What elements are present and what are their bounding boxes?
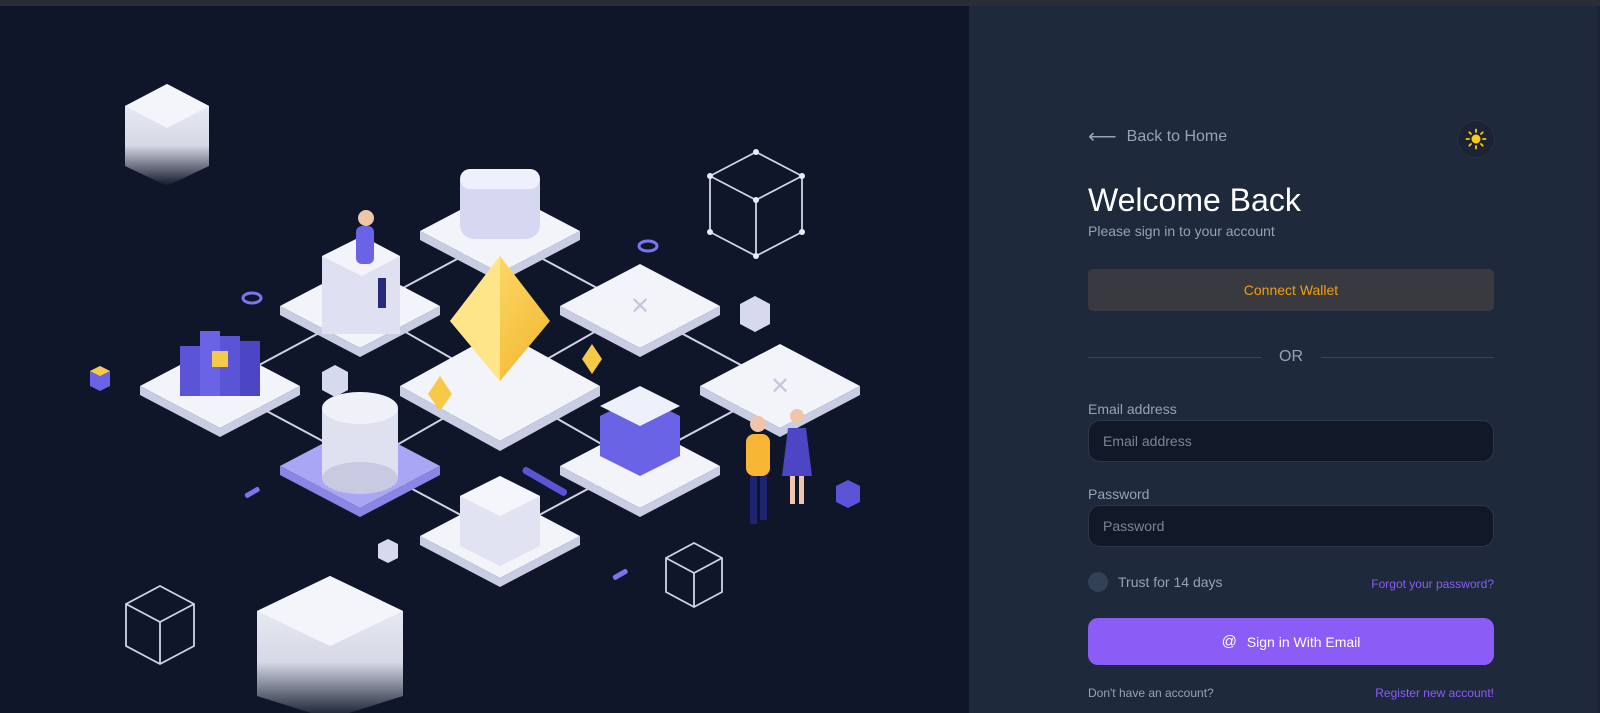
trust-device-option[interactable]: Trust for 14 days [1088, 572, 1223, 592]
trust-label: Trust for 14 days [1118, 574, 1223, 590]
sign-in-with-email-button[interactable]: @ Sign in With Email [1088, 618, 1494, 665]
back-to-home-link[interactable]: ⟵ Back to Home [1088, 126, 1228, 148]
email-field[interactable] [1088, 420, 1494, 462]
or-divider: OR [1088, 347, 1494, 367]
password-label: Password [1088, 486, 1150, 502]
email-label: Email address [1088, 401, 1177, 417]
no-account-text: Don't have an account? [1088, 686, 1214, 700]
forgot-password-link[interactable]: Forgot your password? [1364, 577, 1494, 591]
arrow-left-icon: ⟵ [1088, 126, 1117, 148]
divider-line-right [1321, 357, 1494, 358]
svg-text:✕: ✕ [630, 292, 650, 320]
page-title: Welcome Back [1088, 182, 1301, 218]
password-field[interactable] [1088, 505, 1494, 547]
sign-in-label: Sign in With Email [1246, 633, 1361, 650]
trust-checkbox[interactable] [1088, 572, 1108, 592]
page-subtitle: Please sign in to your account [1088, 223, 1275, 239]
svg-text:✕: ✕ [770, 372, 790, 400]
theme-toggle-button[interactable] [1457, 120, 1495, 158]
sun-icon [1465, 128, 1487, 150]
illustration-panel: ✕ ✕ [0, 6, 969, 713]
connect-wallet-button[interactable]: Connect Wallet [1088, 269, 1494, 311]
blockchain-illustration: ✕ ✕ [90, 84, 860, 713]
back-to-home-label: Back to Home [1126, 128, 1228, 145]
at-icon: @ [1221, 633, 1237, 650]
register-link[interactable]: Register new account! [1344, 686, 1494, 700]
